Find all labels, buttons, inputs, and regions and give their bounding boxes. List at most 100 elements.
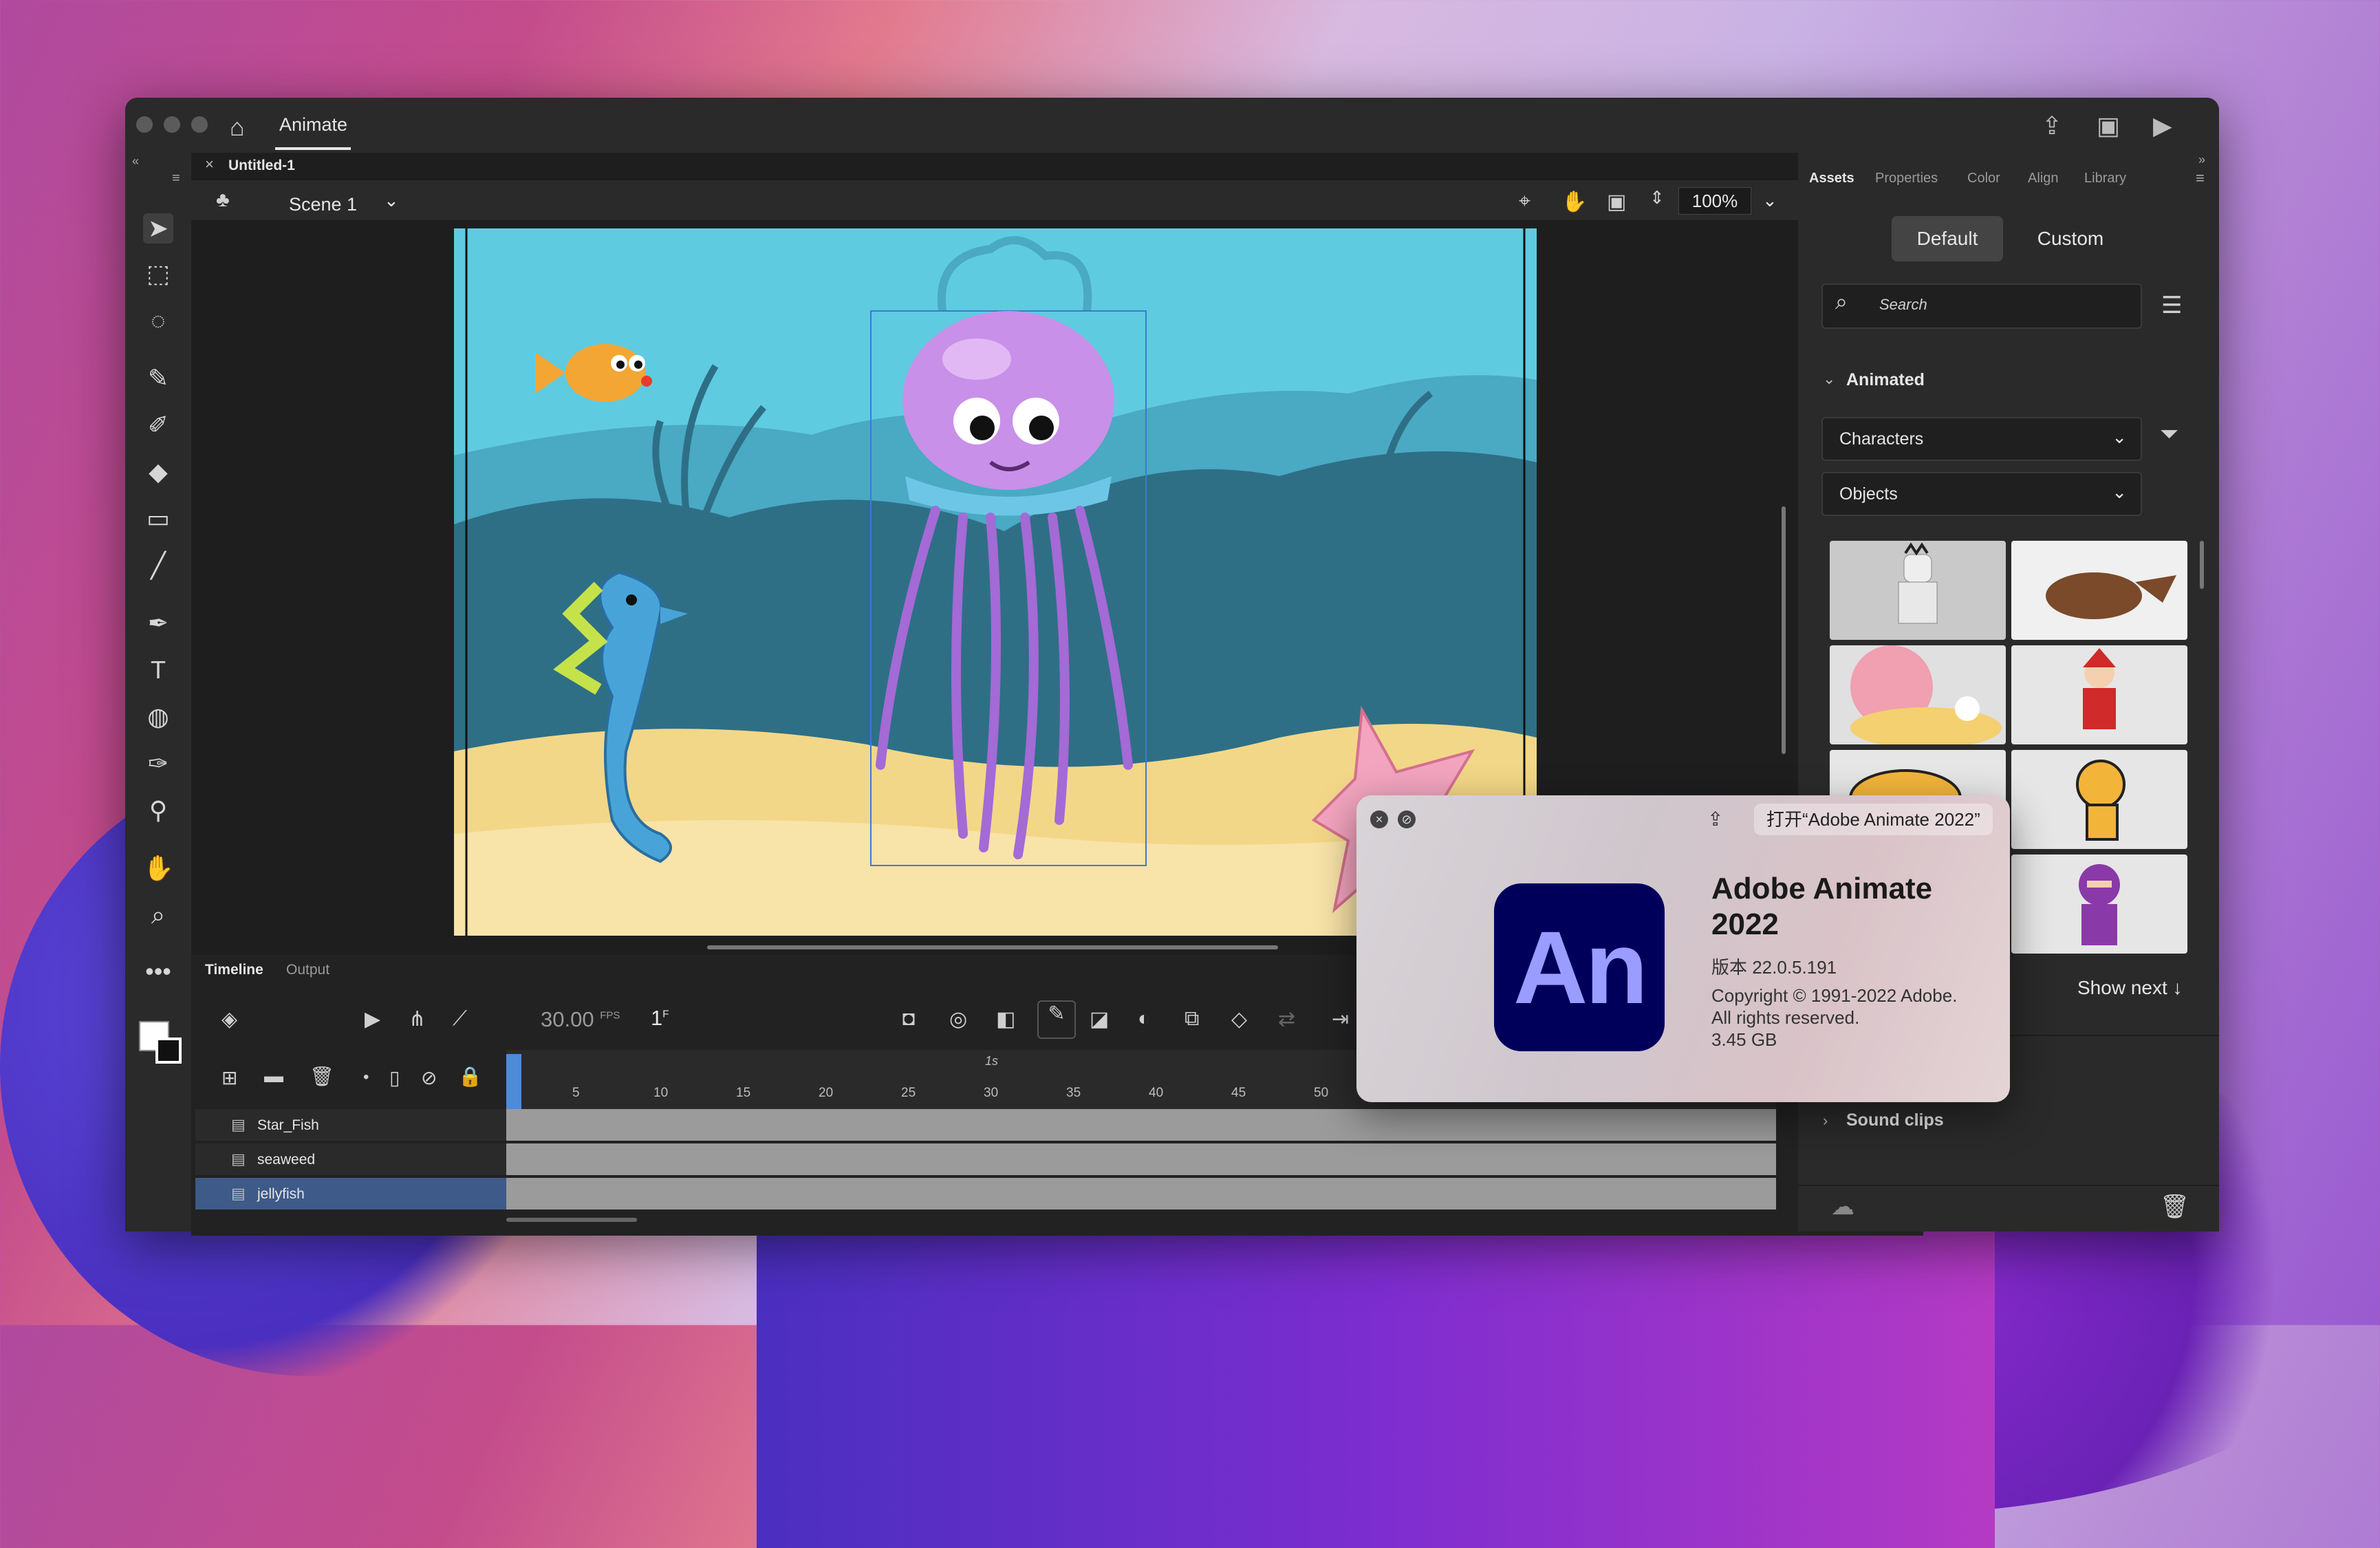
paint-bucket-icon[interactable]: ◍	[143, 702, 173, 732]
rotate-stage-icon[interactable]: ✋	[1561, 190, 1587, 214]
block-icon[interactable]: ⊘	[1398, 810, 1416, 828]
close-window-button[interactable]	[136, 116, 153, 133]
hide-layer-icon[interactable]: ⊘	[421, 1066, 437, 1089]
stage-horizontal-scrollbar[interactable]	[707, 945, 1278, 949]
tab-library[interactable]: Library	[2084, 171, 2126, 186]
filter-icon[interactable]: ⏷	[2160, 421, 2178, 448]
clip-content-icon[interactable]: ▣	[1607, 190, 1626, 214]
assets-scrollbar[interactable]	[2200, 541, 2204, 589]
parenting-icon[interactable]: ⋔	[409, 1007, 426, 1031]
lock-all-icon[interactable]: 🔒	[458, 1065, 482, 1088]
layer-name[interactable]: Star_Fish	[257, 1117, 319, 1134]
selection-tool-icon[interactable]: ➤	[143, 213, 173, 244]
outline-icon[interactable]: ▯	[389, 1066, 400, 1089]
paint-brush-icon[interactable]: ✎	[143, 363, 173, 394]
tab-properties[interactable]: Properties	[1875, 171, 1938, 186]
eraser-icon[interactable]: ◆	[143, 457, 173, 487]
layer-track[interactable]	[506, 1143, 1776, 1175]
frame-icon[interactable]: ◧	[996, 1007, 1015, 1031]
chevron-right-icon[interactable]: ›	[1823, 1112, 1828, 1130]
app-tab[interactable]: Animate	[279, 114, 347, 136]
collapse-icon[interactable]: »	[2198, 153, 2205, 167]
new-folder-icon[interactable]: ▬	[264, 1065, 283, 1087]
new-layer-icon[interactable]: ⊞	[221, 1066, 237, 1089]
hand-tool-icon[interactable]: ✋	[143, 853, 174, 883]
share-icon[interactable]: ⇪	[2042, 111, 2062, 140]
asset-thumbnail-ninja[interactable]	[2011, 854, 2187, 954]
tween-icon[interactable]: ◪	[1090, 1007, 1109, 1031]
workspace-icon[interactable]: ▣	[2097, 111, 2120, 140]
chevron-down-icon[interactable]: ⌄	[1823, 370, 1835, 388]
open-app-button[interactable]: 打开“Adobe Animate 2022”	[1754, 804, 1993, 835]
zoom-stepper-icon[interactable]: ⇕	[1649, 187, 1665, 208]
layer-track[interactable]	[506, 1109, 1776, 1141]
free-transform-icon[interactable]: ⬚	[143, 259, 173, 289]
line-tool-icon[interactable]: ╱	[143, 550, 173, 581]
cloud-download-icon[interactable]: ☁	[1831, 1193, 1854, 1221]
list-view-icon[interactable]: ☰	[2161, 292, 2182, 319]
zoom-tool-icon[interactable]: ⌕	[143, 900, 173, 930]
share-icon[interactable]: ⇪	[1707, 808, 1723, 830]
camera-icon[interactable]: ▶	[365, 1007, 380, 1031]
delete-layer-icon[interactable]: 🗑	[310, 1065, 334, 1088]
highlight-layer-icon[interactable]: •	[363, 1068, 369, 1087]
test-movie-play-icon[interactable]: ▶	[2153, 111, 2172, 140]
layer-name[interactable]: seaweed	[257, 1152, 315, 1168]
brush-icon[interactable]: ✐	[143, 410, 173, 440]
fps-display[interactable]: 30.00 FPS	[541, 1007, 620, 1032]
loop-icon[interactable]: ◇	[1231, 1007, 1247, 1031]
frame-display[interactable]: 1F	[651, 1006, 669, 1031]
onion-skin-icon[interactable]: ◐	[1138, 1007, 1150, 1031]
sync-icon[interactable]: ⇄	[1278, 1007, 1295, 1031]
objects-dropdown[interactable]: Objects ⌄	[1821, 472, 2142, 516]
blank-keyframe-icon[interactable]: ◎	[949, 1007, 967, 1031]
tab-output[interactable]: Output	[286, 962, 329, 978]
segment-default[interactable]: Default	[1892, 216, 2003, 261]
lasso-icon[interactable]: ◌	[143, 305, 173, 336]
scene-name[interactable]: Scene 1	[289, 194, 357, 215]
pin-icon[interactable]: ⚲	[143, 795, 173, 826]
minimize-window-button[interactable]	[164, 116, 180, 133]
layer-track[interactable]	[506, 1178, 1776, 1210]
trash-icon[interactable]: 🗑	[2160, 1193, 2189, 1221]
zoom-field[interactable]: 100%	[1678, 187, 1751, 215]
text-tool-icon[interactable]: T	[143, 655, 173, 685]
stroke-color-swatch[interactable]	[155, 1038, 182, 1064]
sound-clips-section[interactable]: Sound clips	[1846, 1110, 1944, 1130]
export-icon[interactable]: ⇥	[1332, 1007, 1349, 1031]
pen-tool-icon[interactable]: ✒	[143, 608, 173, 638]
playhead[interactable]	[506, 1054, 521, 1109]
center-stage-icon[interactable]: ⌖	[1519, 190, 1530, 213]
close-document-icon[interactable]: ×	[205, 155, 214, 173]
asset-thumbnail-dog-sitting[interactable]	[2011, 750, 2187, 849]
search-input[interactable]	[1821, 283, 2142, 329]
characters-dropdown[interactable]: Characters ⌄	[1821, 417, 2142, 461]
asset-thumbnail-santa[interactable]	[2011, 645, 2187, 744]
home-icon[interactable]: ⌂	[230, 113, 245, 142]
close-dialog-icon[interactable]: ×	[1370, 810, 1388, 828]
document-tab[interactable]: Untitled-1	[228, 158, 295, 174]
menu-icon[interactable]: ≡	[172, 171, 180, 186]
chevron-down-icon[interactable]: ⌄	[384, 190, 399, 211]
insert-keyframe-icon[interactable]: ◘	[902, 1007, 915, 1031]
chevron-down-icon[interactable]: ⌄	[1762, 190, 1777, 211]
layer-name[interactable]: jellyfish	[257, 1186, 305, 1203]
zoom-window-button[interactable]	[191, 116, 208, 133]
auto-keyframe-icon[interactable]: ✎	[1037, 1000, 1076, 1039]
rectangle-tool-icon[interactable]: ▭	[143, 504, 173, 534]
more-tools-icon[interactable]: •••	[143, 956, 173, 987]
timeline-scrollbar[interactable]	[506, 1218, 637, 1222]
graph-icon[interactable]: ⟋	[453, 1007, 467, 1031]
layers-icon[interactable]: ◈	[221, 1007, 237, 1031]
edit-multiple-frames-icon[interactable]: ⧉	[1184, 1007, 1199, 1031]
asset-thumbnail-snail[interactable]	[1830, 645, 2006, 744]
segment-custom[interactable]: Custom	[2015, 216, 2125, 261]
collapse-icon[interactable]: «	[132, 154, 139, 169]
panel-menu-icon[interactable]: ≡	[2196, 169, 2205, 187]
tab-assets[interactable]: Assets	[1809, 171, 1854, 186]
eyedropper-icon[interactable]: ✑	[143, 749, 173, 779]
stage-vertical-scrollbar[interactable]	[1782, 506, 1786, 754]
tab-align[interactable]: Align	[2028, 171, 2058, 186]
asset-thumbnail-mummy[interactable]	[1830, 541, 2006, 640]
animated-section-title[interactable]: Animated	[1846, 370, 1925, 390]
